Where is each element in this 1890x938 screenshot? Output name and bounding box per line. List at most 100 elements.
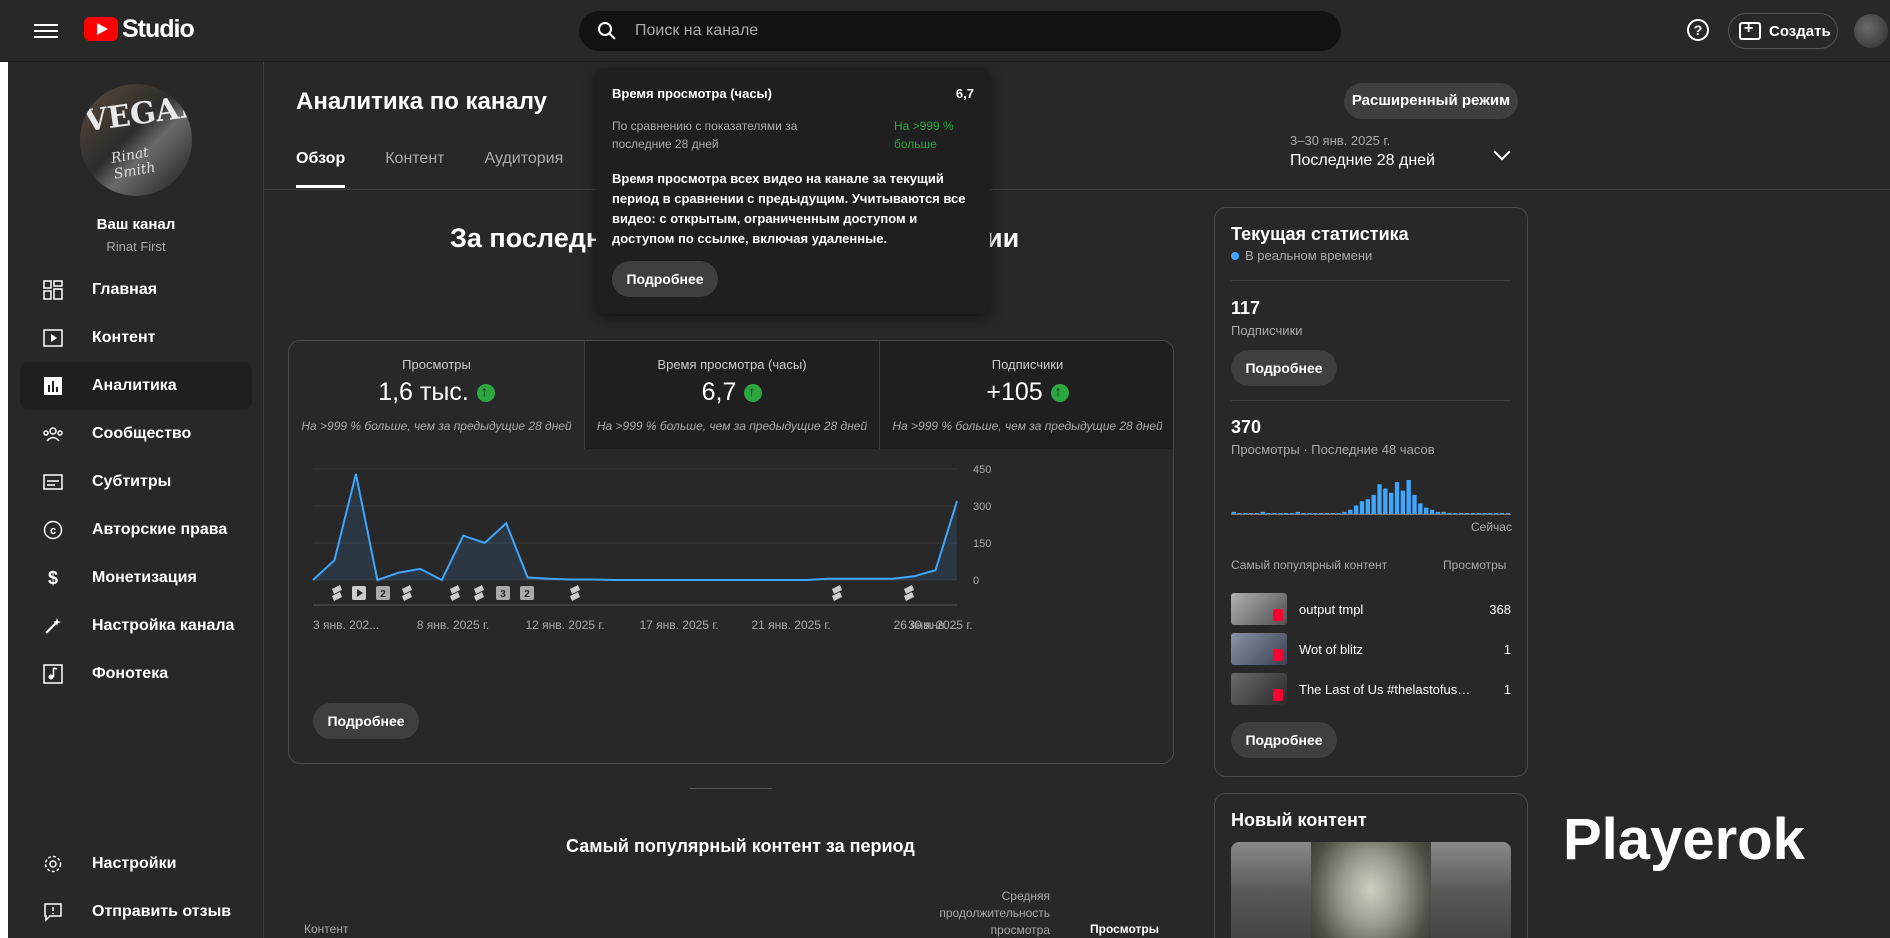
metric-value-row: +105 <box>880 378 1173 407</box>
tooltip-more-button[interactable]: Подробнее <box>612 261 718 297</box>
advanced-mode-button[interactable]: Расширенный режим <box>1344 83 1518 119</box>
sidebar-item-monetization[interactable]: $ Монетизация <box>20 554 252 602</box>
overview-heading-tail: ии <box>986 223 1020 253</box>
realtime-title: Текущая статистика <box>1231 224 1409 244</box>
thumbnail-image <box>1311 842 1431 938</box>
tooltip-description: Время просмотра всех видео на канале за … <box>612 171 966 246</box>
studio-logo[interactable]: Studio <box>84 14 195 44</box>
search-bar[interactable] <box>579 11 1341 51</box>
spark-bar <box>1272 513 1277 514</box>
spark-bar <box>1464 513 1470 514</box>
create-button[interactable]: Создать <box>1728 13 1838 49</box>
spark-bar <box>1505 513 1510 514</box>
period-selector[interactable]: Последние 28 дней <box>1290 152 1435 170</box>
sidebar-nav: Главная Контент Аналитика Сообщество Суб… <box>20 266 252 698</box>
views-chart[interactable]: 450 300 150 0 2 3 2 3 янв. 202... 8 янв. 2025 г.… <box>289 449 1173 649</box>
column-header-views[interactable]: Просмотры <box>1090 922 1159 936</box>
section-divider <box>690 788 772 789</box>
count-marker[interactable]: 2 <box>376 586 390 600</box>
metric-watch-time[interactable]: Время просмотра (часы) 6,7 На >999 % бол… <box>584 341 879 449</box>
sidebar-item-customization[interactable]: Настройка канала <box>20 602 252 650</box>
spark-bar <box>1418 503 1423 514</box>
shorts-marker-icon[interactable] <box>332 585 342 601</box>
sidebar-item-audio-library[interactable]: Фонотека <box>20 650 252 698</box>
tooltip-comparison: По сравнению с показателями за последние… <box>612 117 974 153</box>
create-label: Создать <box>1769 22 1831 40</box>
live-dot-icon <box>1231 251 1239 260</box>
spark-bar <box>1307 513 1312 514</box>
shorts-marker-icon[interactable] <box>832 585 842 601</box>
subscribers-label: Подписчики <box>1231 323 1303 338</box>
svg-text:$: $ <box>48 568 58 588</box>
copyright-icon: c <box>42 519 64 541</box>
tab-content[interactable]: Контент <box>385 150 444 188</box>
search-input[interactable] <box>635 11 1325 51</box>
shorts-icon <box>1273 609 1283 621</box>
count-marker[interactable]: 3 <box>496 586 510 600</box>
svg-text:2: 2 <box>524 589 530 600</box>
spark-bar <box>1447 513 1452 514</box>
subscribers-more-button[interactable]: Подробнее <box>1231 350 1337 386</box>
metric-label: Время просмотра (часы) <box>657 357 807 372</box>
shorts-marker-icon[interactable] <box>570 585 580 601</box>
shorts-marker-icon[interactable] <box>904 585 914 601</box>
video-marker-icon[interactable] <box>352 586 366 600</box>
spark-bar <box>1383 488 1388 514</box>
sidebar-item-label: Фонотека <box>92 665 169 682</box>
channel-avatar[interactable]: VEGAN Rinat Smith <box>80 84 192 196</box>
metric-comparison: На >999 % больше, чем за предыдущие 28 д… <box>892 419 1163 433</box>
spark-bar <box>1249 513 1254 514</box>
audio-library-icon <box>42 663 64 685</box>
tab-overview[interactable]: Обзор <box>296 150 346 188</box>
metric-value-row: 1,6 тыс. <box>289 378 584 407</box>
realtime-live-label: В реальном времени <box>1245 248 1373 263</box>
metric-label: Просмотры <box>402 357 471 372</box>
top-content-label: Самый популярный контент <box>1231 558 1388 572</box>
date-range[interactable]: 3–30 янв. 2025 г. <box>1290 133 1390 148</box>
card-more-button[interactable]: Подробнее <box>313 703 419 739</box>
spark-bar <box>1319 513 1324 514</box>
sidebar-item-dashboard[interactable]: Главная <box>20 266 252 314</box>
spark-bar <box>1237 513 1242 514</box>
metric-subscribers[interactable]: Подписчики +105 На >999 % больше, чем за… <box>879 341 1173 449</box>
tab-audience[interactable]: Аудитория <box>484 150 563 188</box>
spark-bar <box>1499 513 1505 514</box>
views-48h-sparkline[interactable] <box>1231 464 1511 516</box>
shorts-marker-icon[interactable] <box>474 585 484 601</box>
spark-bar <box>1313 513 1318 514</box>
metric-views[interactable]: Просмотры 1,6 тыс. На >999 % больше, чем… <box>289 341 584 449</box>
shorts-icon <box>1273 649 1283 661</box>
top-content-row[interactable]: Wot of blitz 1 <box>1231 633 1511 665</box>
spark-bar <box>1488 513 1493 514</box>
sidebar-item-copyright[interactable]: c Авторские права <box>20 506 252 554</box>
spark-bar <box>1389 492 1394 514</box>
new-content-thumbnail[interactable] <box>1231 842 1511 938</box>
shorts-marker-icon[interactable] <box>450 585 460 601</box>
sidebar-item-analytics[interactable]: Аналитика <box>20 362 252 410</box>
shorts-marker-icon[interactable] <box>402 585 412 601</box>
realtime-more-button[interactable]: Подробнее <box>1231 722 1337 758</box>
top-content-row[interactable]: output tmpl 368 <box>1231 593 1511 625</box>
logo-text: Studio <box>122 14 195 43</box>
column-header-avg-duration[interactable]: Средняя продолжительность просмотра <box>920 888 1050 938</box>
sidebar-item-community[interactable]: Сообщество <box>20 410 252 458</box>
video-views: 1 <box>1503 681 1511 697</box>
x-tick-label: 21 янв. 2025 г. <box>751 618 830 632</box>
top-content-row[interactable]: The Last of Us #thelastofus #... 1 <box>1231 673 1511 705</box>
sidebar-item-settings[interactable]: Настройки <box>20 840 252 888</box>
watermark-logo: Playerok <box>1563 807 1805 872</box>
sidebar-item-content[interactable]: Контент <box>20 314 252 362</box>
video-views: 1 <box>1503 641 1511 657</box>
count-marker[interactable]: 2 <box>520 586 534 600</box>
menu-icon[interactable] <box>34 20 58 40</box>
help-icon[interactable]: ? <box>1687 19 1709 41</box>
chevron-down-icon[interactable] <box>1493 143 1511 161</box>
spark-bar <box>1231 511 1236 514</box>
sidebar-item-feedback[interactable]: Отправить отзыв <box>20 888 252 936</box>
sidebar-item-subtitles[interactable]: Субтитры <box>20 458 252 506</box>
account-avatar[interactable] <box>1854 14 1888 48</box>
popular-content-heading: Самый популярный контент за период <box>566 836 915 856</box>
svg-text:3: 3 <box>500 589 506 600</box>
sidebar-item-label: Монетизация <box>92 569 197 586</box>
sidebar-bottom-nav: Настройки Отправить отзыв <box>20 840 252 936</box>
